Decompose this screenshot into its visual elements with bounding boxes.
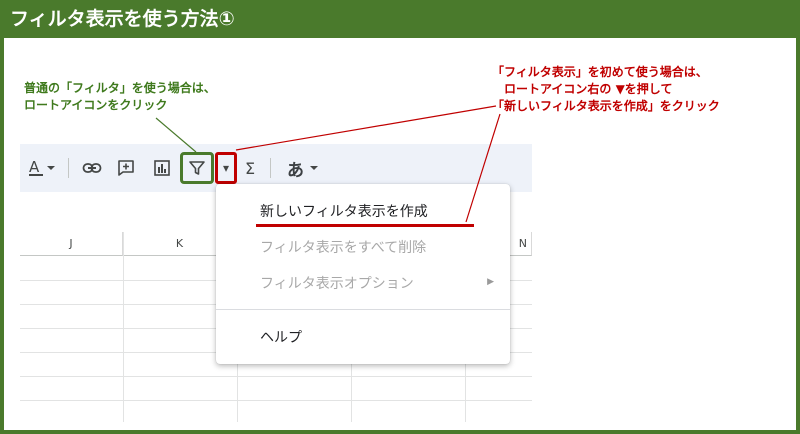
column-header-label: K bbox=[175, 237, 184, 250]
submenu-arrow-icon: ▶ bbox=[487, 277, 494, 287]
text-color-button[interactable]: A bbox=[26, 154, 60, 182]
menu-item-label: フィルタ表示オプション bbox=[260, 276, 414, 292]
dropdown-button-highlight bbox=[215, 152, 237, 184]
insert-link-button[interactable] bbox=[78, 154, 106, 182]
comment-icon bbox=[118, 160, 134, 176]
green-annotation: 普通の「フィルタ」を使う場合は、 ロートアイコンをクリック bbox=[24, 80, 216, 114]
column-header-j[interactable]: J bbox=[20, 232, 123, 256]
text-color-icon: A bbox=[29, 158, 55, 176]
menu-item-label: ヘルプ bbox=[260, 330, 302, 346]
menu-item-label: 新しいフィルタ表示を作成 bbox=[260, 204, 428, 220]
green-annotation-line-2: ロートアイコンをクリック bbox=[24, 98, 168, 112]
grid-col-line bbox=[123, 232, 124, 422]
insert-comment-button[interactable] bbox=[112, 154, 140, 182]
link-icon bbox=[82, 163, 102, 173]
functions-button[interactable]: Σ bbox=[240, 154, 260, 182]
menu-item-label: フィルタ表示をすべて削除 bbox=[260, 240, 427, 256]
menu-item-delete-all-filter-views: フィルタ表示をすべて削除 bbox=[216, 230, 510, 264]
menu-divider bbox=[216, 309, 510, 310]
red-annotation-line-1: 「フィルタ表示」を初めて使う場合は、 bbox=[492, 65, 708, 79]
text-color-glyph: A bbox=[29, 158, 40, 176]
toolbar-separator bbox=[270, 158, 271, 178]
sigma-icon: Σ bbox=[244, 158, 256, 178]
red-annotation: 「フィルタ表示」を初めて使う場合は、 ロートアイコン右の ▼を押して 「新しいフ… bbox=[492, 64, 720, 115]
input-tools-chevron-icon bbox=[310, 166, 318, 170]
grid-row-line bbox=[20, 400, 532, 401]
create-filter-view-underline bbox=[256, 224, 474, 227]
column-header-label: N bbox=[518, 237, 527, 250]
red-annotation-line-2: ロートアイコン右の ▼を押して bbox=[504, 82, 673, 96]
column-header-label: J bbox=[69, 237, 73, 250]
menu-item-create-new-filter-view[interactable]: 新しいフィルタ表示を作成 bbox=[216, 194, 510, 228]
menu-item-filter-view-options: フィルタ表示オプション ▶ bbox=[216, 266, 510, 300]
toolbar-separator bbox=[68, 158, 69, 178]
menu-item-help[interactable]: ヘルプ bbox=[216, 320, 510, 354]
page-title: フィルタ表示を使う方法① bbox=[10, 8, 235, 30]
red-annotation-line-3: 「新しいフィルタ表示を作成」をクリック bbox=[492, 99, 720, 113]
insert-chart-button[interactable] bbox=[148, 154, 176, 182]
chart-icon bbox=[154, 160, 170, 176]
grid-row-line bbox=[20, 376, 532, 377]
filter-button-highlight bbox=[180, 152, 214, 184]
input-tools-glyph: あ bbox=[287, 160, 304, 181]
green-annotation-line-1: 普通の「フィルタ」を使う場合は、 bbox=[24, 81, 216, 95]
title-bar: フィルタ表示を使う方法① bbox=[0, 0, 800, 38]
input-tools-button[interactable]: あ bbox=[282, 154, 324, 182]
filter-views-menu: 新しいフィルタ表示を作成 フィルタ表示をすべて削除 フィルタ表示オプション ▶ … bbox=[216, 184, 510, 364]
